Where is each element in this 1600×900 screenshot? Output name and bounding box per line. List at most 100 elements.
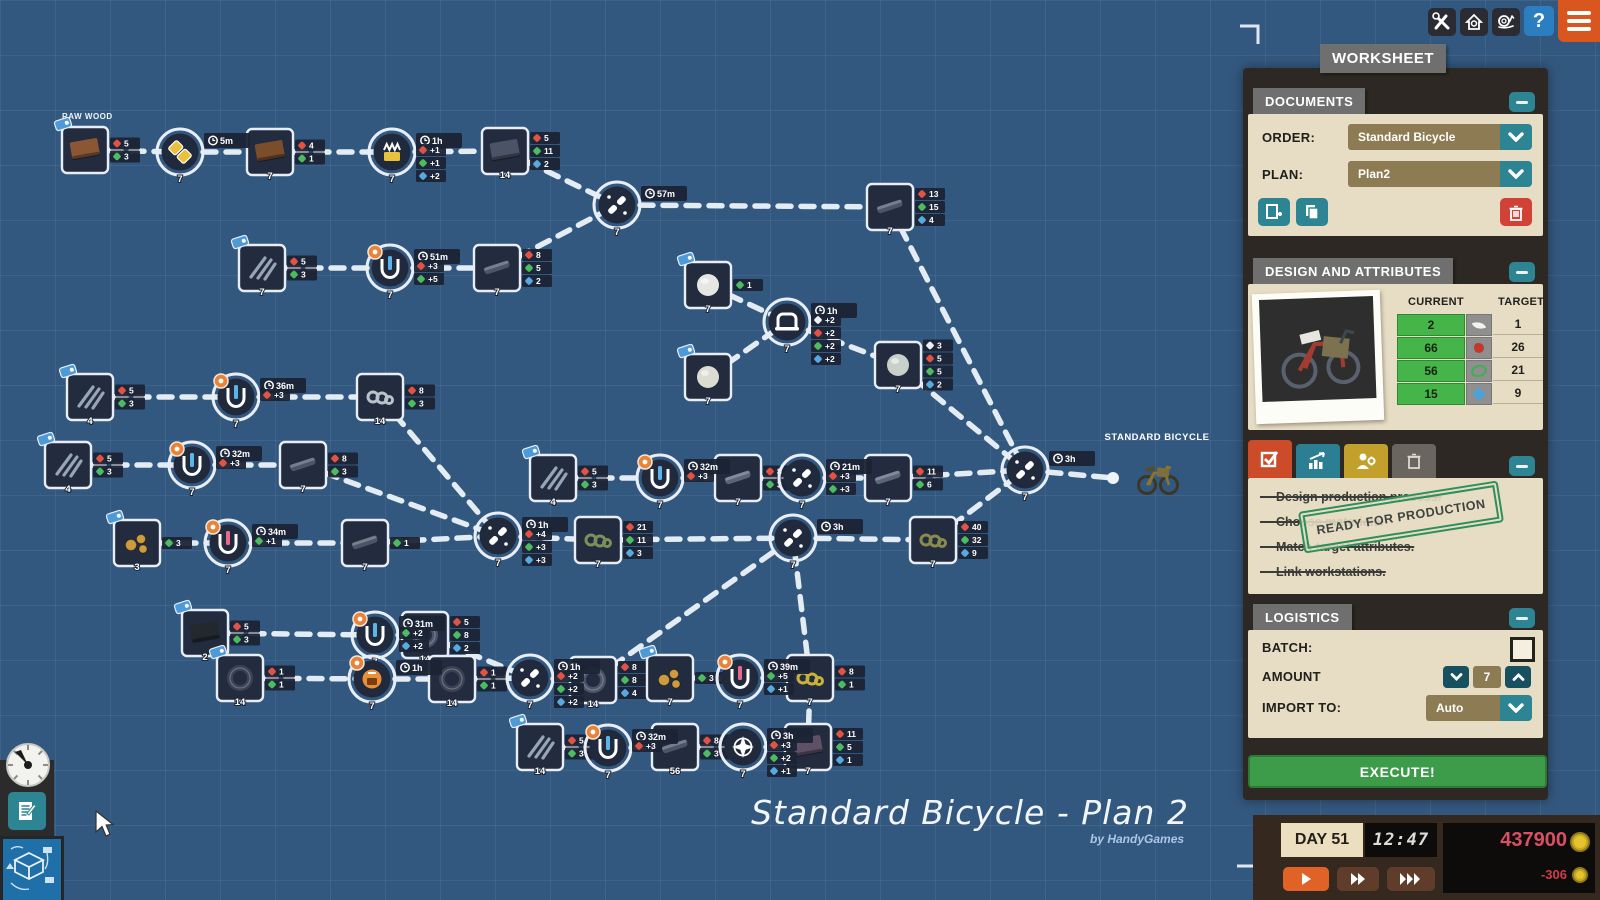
snail-button[interactable] <box>1492 8 1520 36</box>
worksheet-title: WORKSHEET <box>1320 44 1446 73</box>
node-gold-ore[interactable]: 33 <box>105 509 192 574</box>
checklist-collapse-button[interactable] <box>1509 456 1535 476</box>
copy-plan-button[interactable] <box>1296 198 1328 226</box>
amount-value[interactable]: 7 <box>1473 666 1501 688</box>
logistics-collapse-button[interactable] <box>1509 608 1535 628</box>
node-cushion[interactable]: 7 <box>676 343 733 408</box>
import-to-dropdown[interactable]: Auto <box>1426 695 1510 721</box>
help-button[interactable]: ? <box>1524 6 1554 36</box>
node-gold-parts[interactable]: 37 <box>638 644 725 709</box>
svg-text:8: 8 <box>849 667 854 677</box>
execute-button[interactable]: EXECUTE! <box>1248 755 1547 788</box>
node-cut-board[interactable]: 4 1 7 <box>245 127 325 183</box>
svg-text:+2: +2 <box>568 697 578 707</box>
worksheet-toggle-button[interactable] <box>8 792 46 830</box>
amount-decrease-button[interactable] <box>1443 666 1469 688</box>
tab-workers[interactable] <box>1344 444 1388 478</box>
node-metal-sheet-d[interactable]: 5 3 4 <box>521 444 608 509</box>
game-clock: 12:47 <box>1365 823 1437 857</box>
attribute-badge: 1 <box>835 678 865 691</box>
node-metal-sheet-e[interactable]: 5 3 14 <box>508 713 595 778</box>
node-metal-sheet-c[interactable]: 5 3 4 <box>36 431 123 496</box>
svg-text:7: 7 <box>495 558 500 569</box>
tab-delete[interactable] <box>1392 444 1436 478</box>
node-furnace-a[interactable]: 34m+17 <box>203 518 298 577</box>
node-asm-a[interactable]: 57m 7 <box>592 180 687 239</box>
svg-text:14: 14 <box>447 698 458 709</box>
svg-text:7: 7 <box>790 560 795 571</box>
node-asm-d[interactable]: 3h 7 <box>768 513 863 572</box>
svg-text:+3: +3 <box>840 484 850 494</box>
green-spring-icon <box>1466 360 1492 382</box>
tab-checklist[interactable] <box>1248 440 1292 478</box>
svg-text:4: 4 <box>632 688 637 698</box>
amount-increase-button[interactable] <box>1505 666 1531 688</box>
attr-target-0: 1 <box>1493 314 1543 335</box>
svg-text:5: 5 <box>301 257 306 267</box>
svg-text:5: 5 <box>937 354 942 364</box>
svg-text:+2: +2 <box>825 315 835 325</box>
production-cube-icon <box>6 846 54 891</box>
plan-dropdown[interactable]: Plan2 <box>1348 161 1510 187</box>
node-frame[interactable]: 13 15 4 7 <box>865 182 945 238</box>
new-plan-button[interactable] <box>1258 198 1290 226</box>
attribute-badge: 5 <box>522 262 552 274</box>
node-raw-wood[interactable]: 53RAW WOOD <box>53 112 140 175</box>
node-asm-c[interactable]: 1h+4+3+37 <box>473 511 568 570</box>
node-lathe-a[interactable]: 51m+3+57 <box>365 243 460 302</box>
order-dropdown-chevron[interactable] <box>1500 124 1532 150</box>
svg-text:1: 1 <box>279 680 284 690</box>
node-handlebar[interactable]: 11 6 7 <box>863 453 943 509</box>
attribute-delta-badge: +2 <box>767 752 797 764</box>
svg-text:3: 3 <box>709 673 714 683</box>
attribute-badge: 5 <box>578 465 608 478</box>
batch-checkbox[interactable] <box>1510 637 1535 662</box>
attribute-badge: 4 <box>915 214 945 226</box>
node-lathe-c[interactable]: 32m+37 <box>167 440 262 499</box>
node-lathe-b[interactable]: 36m+37 <box>211 372 306 431</box>
home-button[interactable] <box>1460 8 1488 36</box>
node-wire[interactable]: 17 <box>340 518 420 574</box>
svg-text:+3: +3 <box>646 741 656 751</box>
svg-text:7: 7 <box>784 344 789 355</box>
node-gears[interactable]: 21 11 3 7 <box>573 515 653 571</box>
node-metal-sheet-a[interactable]: 5 3 7 <box>230 234 317 299</box>
play-button[interactable] <box>1283 867 1329 891</box>
help-label: ? <box>1532 9 1546 32</box>
node-frame-part[interactable]: 8 5 2 7 <box>472 243 552 299</box>
fast-forward-button[interactable] <box>1337 867 1379 891</box>
documents-collapse-button[interactable] <box>1509 92 1535 112</box>
svg-text:+5: +5 <box>778 671 788 681</box>
tools-button[interactable] <box>1428 8 1456 36</box>
svg-text:+3: +3 <box>536 542 546 552</box>
node-metal-sheet-b[interactable]: 5 3 4 <box>58 363 145 428</box>
fastest-forward-button[interactable] <box>1387 867 1435 891</box>
node-saw[interactable]: 5m 7 <box>155 127 250 186</box>
plan-dropdown-chevron[interactable] <box>1500 161 1532 187</box>
design-collapse-button[interactable] <box>1509 262 1535 282</box>
node-press[interactable]: 1h+1+1+27 <box>367 127 462 186</box>
node-springs[interactable]: 8 3 14 <box>355 372 435 428</box>
attribute-badge: 5 <box>287 255 317 268</box>
node-tube-a[interactable]: 1 1 14 <box>208 644 295 709</box>
svg-text:1: 1 <box>747 280 752 290</box>
node-tube-part[interactable]: 8 3 7 <box>278 440 358 496</box>
menu-button[interactable] <box>1558 0 1600 42</box>
bicycle-photo <box>1281 329 1361 389</box>
svg-text:11: 11 <box>847 729 856 739</box>
svg-text:+1: +1 <box>778 684 788 694</box>
node-asm-b[interactable]: 21m+3+37 <box>777 453 872 512</box>
node-seat[interactable]: 3 5 5 2 7 <box>873 339 953 396</box>
delete-plan-button[interactable] <box>1500 198 1532 226</box>
order-dropdown[interactable]: Standard Bicycle <box>1348 124 1510 150</box>
feather-icon <box>1466 314 1492 336</box>
svg-text:6: 6 <box>927 480 932 490</box>
svg-text:3: 3 <box>714 749 719 759</box>
svg-text:7: 7 <box>387 290 392 301</box>
node-chain-set[interactable]: 40 32 9 7 <box>908 515 988 571</box>
tab-statistics[interactable] <box>1296 444 1340 478</box>
import-to-chevron[interactable] <box>1500 695 1532 721</box>
play-icon <box>1302 873 1311 885</box>
production-overview-button[interactable] <box>0 836 64 900</box>
red-gem-icon <box>1466 337 1492 359</box>
